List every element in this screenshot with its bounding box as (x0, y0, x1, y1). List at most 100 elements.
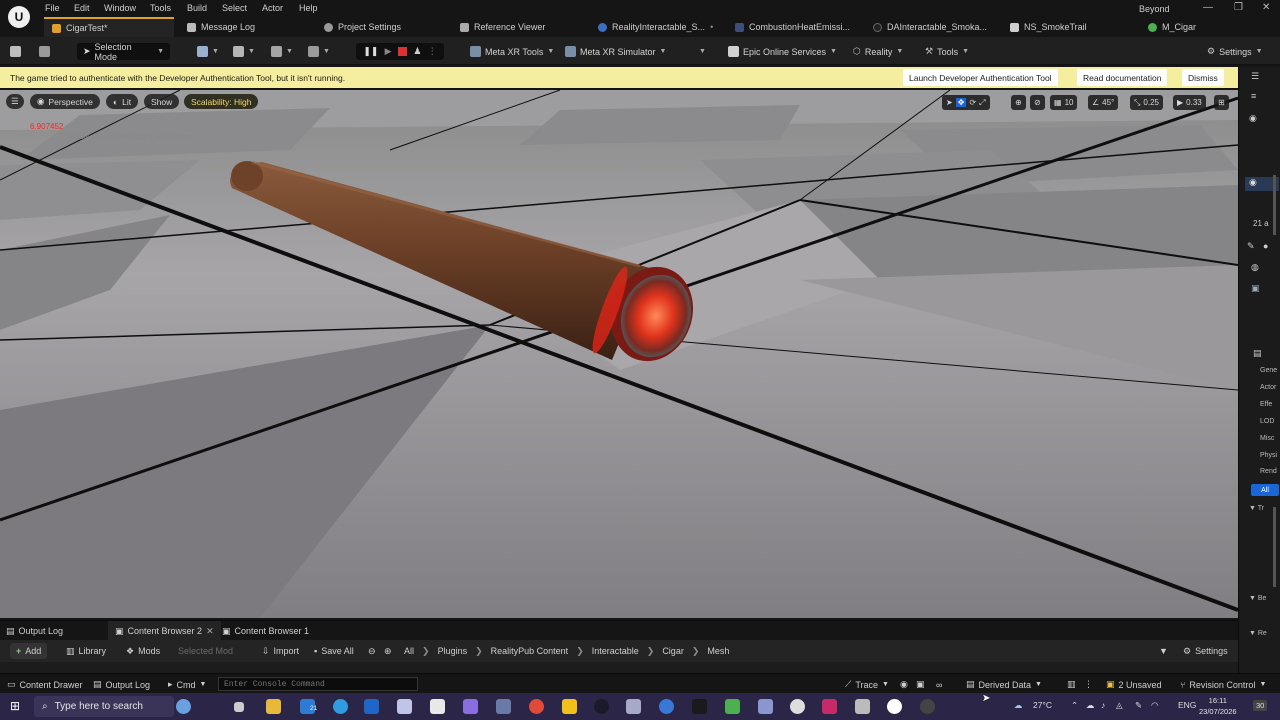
mods-button[interactable]: ❖ Mods (126, 644, 160, 658)
category-all-button[interactable]: All (1251, 484, 1279, 496)
tools-dropdown[interactable]: ⚒ Tools ▼ (925, 43, 969, 60)
category-effects[interactable]: Effe (1260, 401, 1272, 408)
pen-icon[interactable]: ✎ (1135, 700, 1142, 711)
app-icon[interactable] (496, 699, 511, 714)
lit-button[interactable]: ◐ Lit (106, 94, 139, 109)
task-view-icon[interactable] (234, 702, 244, 712)
breadcrumb-cigar[interactable]: Cigar (662, 646, 684, 656)
tab-dainteractable[interactable]: DAInteractable_Smoka... (873, 17, 987, 37)
category-physics[interactable]: Physi (1260, 452, 1277, 459)
tab-content-browser-1[interactable]: ▣ Content Browser 1 (222, 621, 309, 641)
meta-xr-simulator-dropdown[interactable]: Meta XR Simulator ▼ (565, 43, 666, 60)
viewport-menu-button[interactable]: ☰ (6, 94, 24, 109)
app-icon[interactable] (626, 699, 641, 714)
record-icon[interactable]: ◉ (900, 678, 908, 691)
weather-temperature[interactable]: 27°C (1033, 700, 1052, 710)
tab-reference-viewer[interactable]: Reference Viewer (460, 17, 545, 37)
world-local-toggle[interactable]: ⊕ (1011, 95, 1026, 110)
output-log-button[interactable]: ▤ Output Log (93, 678, 150, 691)
scrollbar[interactable] (1273, 507, 1276, 587)
teams-icon[interactable] (463, 699, 478, 714)
app-icon[interactable] (920, 699, 935, 714)
save-icon[interactable] (10, 43, 21, 60)
history-forward-icon[interactable]: ⊕ (384, 644, 392, 658)
visibility-eye-icon[interactable]: ◉ (1249, 113, 1257, 124)
scalability-badge[interactable]: Scalability: High (184, 94, 259, 109)
trace-dropdown[interactable]: ⟋ Trace ▼ (845, 678, 889, 691)
select-icon[interactable]: ➤ (946, 98, 953, 107)
github-icon[interactable] (594, 699, 609, 714)
breadcrumb-interactable[interactable]: Interactable (592, 646, 639, 656)
category-general[interactable]: Gene (1260, 367, 1277, 374)
close-window-icon[interactable]: ✕ (1262, 2, 1270, 13)
windows-start-icon[interactable]: ⊞ (10, 699, 20, 713)
panel-layout-icon[interactable]: ☰ (1251, 71, 1259, 82)
browse-icon[interactable] (39, 43, 50, 60)
sticky-notes-icon[interactable] (562, 699, 577, 714)
menu-select[interactable]: Select (222, 3, 247, 13)
clock[interactable]: 16:11 23/07/2026 (1199, 695, 1237, 717)
meta-xr-tools-dropdown[interactable]: Meta XR Tools ▼ (470, 43, 554, 60)
close-tab-icon[interactable]: ✕ (206, 626, 214, 637)
wifi-icon[interactable]: ◠ (1151, 700, 1158, 711)
tab-project-settings[interactable]: Project Settings (324, 17, 401, 37)
app-icon[interactable] (692, 699, 707, 714)
save-all-button[interactable]: ▪ Save All (314, 644, 354, 658)
screenshot-icon[interactable]: ▣ (916, 678, 925, 691)
translate-icon[interactable]: ✥ (955, 98, 967, 107)
possess-icon[interactable]: ♟ (413, 46, 421, 57)
chevron-down-icon[interactable]: ▼ (1159, 644, 1168, 658)
category-actor[interactable]: Actor (1260, 384, 1276, 391)
maximize-icon[interactable]: ❐ (1234, 2, 1243, 13)
epic-online-services-dropdown[interactable]: Epic Online Services ▼ (728, 43, 837, 60)
menu-tools[interactable]: Tools (150, 3, 171, 13)
section-transform[interactable]: ▼ Tr (1249, 505, 1264, 512)
platforms-button[interactable]: ▼ (308, 43, 330, 60)
scale-icon[interactable]: ⤢ (979, 98, 985, 108)
step-icon[interactable]: ▶ (385, 46, 392, 57)
volume-icon[interactable]: ♪ (1101, 700, 1105, 710)
history-back-icon[interactable]: ⊖ (368, 644, 376, 658)
unsaved-button[interactable]: ▣ 2 Unsaved (1106, 678, 1162, 691)
revision-control-dropdown[interactable]: ⑂ Revision Control ▼ (1180, 678, 1266, 691)
edge-icon[interactable] (333, 699, 348, 714)
menu-icon[interactable]: ≡ (1251, 91, 1256, 101)
outlook-icon[interactable] (364, 699, 379, 714)
app-icon[interactable] (397, 699, 412, 714)
selection-mode-dropdown[interactable]: ➤ Selection Mode ▼ (77, 42, 170, 62)
tab-cigartest[interactable]: CigarTest* (44, 17, 174, 37)
cloud-icon[interactable]: ☁ (1086, 700, 1095, 711)
library-button[interactable]: ▥ Library (66, 644, 106, 658)
cmd-dropdown[interactable]: ▸ Cmd ▼ (168, 678, 206, 691)
tray-chevron-icon[interactable]: ⌃ (1071, 700, 1078, 711)
tab-reality-interactable[interactable]: RealityInteractable_S... • (598, 17, 713, 37)
menu-build[interactable]: Build (187, 3, 207, 13)
app-icon[interactable] (822, 699, 837, 714)
section-behavior[interactable]: ▼ Be (1249, 595, 1266, 602)
tab-message-log[interactable]: Message Log (187, 17, 255, 37)
settings-dropdown[interactable]: ⚙ Settings ▼ (1207, 43, 1263, 60)
minimize-icon[interactable]: — (1203, 2, 1213, 13)
weather-icon[interactable]: ☁ (1014, 700, 1023, 711)
surface-snap-toggle[interactable]: ⊘ (1030, 95, 1045, 110)
perspective-button[interactable]: ◉ Perspective (30, 94, 100, 109)
content-area[interactable] (0, 662, 1238, 673)
category-rendering[interactable]: Rend (1260, 468, 1277, 475)
tab-content-browser-2[interactable]: ▣ Content Browser 2 ✕ (108, 621, 221, 641)
unreal-logo-icon[interactable]: U (8, 6, 30, 28)
category-lod[interactable]: LOD (1260, 418, 1274, 425)
meta-logo-icon[interactable]: ∞ (936, 678, 942, 691)
breadcrumb-mesh[interactable]: Mesh (707, 646, 729, 656)
dismiss-button[interactable]: Dismiss (1182, 69, 1224, 86)
add-button[interactable]: + Add (10, 643, 48, 659)
import-button[interactable]: ⇩ Import (262, 644, 299, 658)
content-drawer-button[interactable]: ▭ Content Drawer (7, 678, 83, 691)
chatgpt-icon[interactable] (790, 699, 805, 714)
selected-mod-button[interactable]: Selected Mod (178, 644, 233, 658)
app-icon[interactable] (855, 699, 870, 714)
read-documentation-button[interactable]: Read documentation (1077, 69, 1168, 86)
asset-thumbnail-icon[interactable]: ▣ (1251, 283, 1260, 294)
sphere-icon[interactable]: ● (1263, 241, 1268, 251)
menu-actor[interactable]: Actor (262, 3, 283, 13)
tab-output-log[interactable]: ▤ Output Log (6, 621, 63, 641)
